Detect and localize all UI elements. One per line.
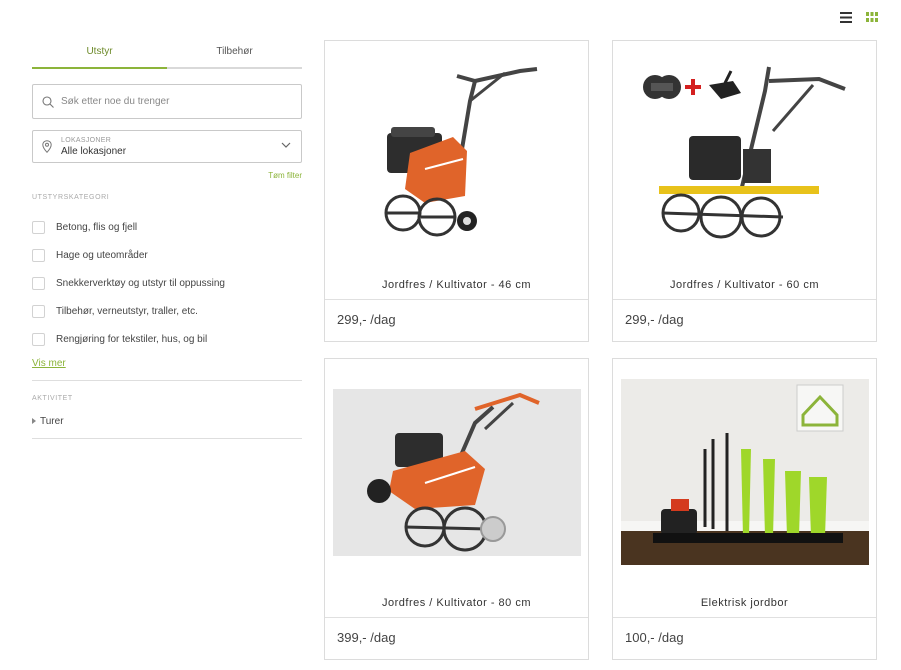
product-title: Jordfres / Kultivator - 60 cm (670, 279, 819, 291)
category-label: Snekkerverktøy og utstyr til oppussing (56, 277, 225, 289)
product-card[interactable]: Jordfres / Kultivator - 60 cm 299,- /dag (612, 40, 877, 342)
search-icon (42, 95, 54, 108)
location-text: LOKASJONER Alle lokasjoner (61, 136, 126, 158)
grid-icon (866, 12, 878, 22)
category-checkbox[interactable] (32, 332, 45, 346)
category-label: Tilbehør, verneutstyr, traller, etc. (56, 305, 198, 317)
category-checkbox[interactable] (32, 304, 45, 318)
product-price: 100,- /dag (613, 617, 876, 659)
tiller-image (643, 66, 846, 239)
divider (32, 438, 302, 439)
product-card[interactable]: Jordfres / Kultivator - 80 cm 399,- /dag (324, 358, 589, 660)
location-value: Alle lokasjoner (61, 145, 127, 157)
grid-view-button[interactable] (865, 10, 879, 24)
clear-filter-link[interactable]: Tøm filter (32, 171, 302, 180)
list-icon (840, 11, 852, 23)
search-box[interactable] (32, 84, 302, 119)
location-select[interactable]: LOKASJONER Alle lokasjoner (32, 130, 302, 163)
category-item[interactable]: Rengjøring for tekstiler, hus, og bil (32, 325, 302, 353)
category-label: Hage og uteområder (56, 249, 148, 261)
tab-tilbehor[interactable]: Tilbehør (167, 40, 302, 67)
product-title: Elektrisk jordbor (700, 597, 789, 609)
location-pin-icon (42, 140, 52, 153)
location-label: LOKASJONER (61, 136, 112, 144)
product-title: Jordfres / Kultivator - 80 cm (382, 597, 531, 609)
category-section-title: UTSTYRSKATEGORI (32, 194, 110, 201)
category-list: Betong, flis og fjell Hage og uteområder… (32, 213, 302, 353)
product-image (613, 41, 876, 259)
show-more-link[interactable]: Vis mer (32, 358, 66, 369)
product-price: 399,- /dag (325, 617, 588, 659)
category-checkbox[interactable] (32, 220, 45, 234)
product-price: 299,- /dag (613, 299, 876, 341)
category-label: Betong, flis og fjell (56, 221, 138, 233)
category-item[interactable]: Hage og uteområder (32, 241, 302, 269)
sidebar-tabs: Utstyr Tilbehør (32, 40, 302, 69)
tiller-image (384, 67, 538, 237)
chevron-down-icon (281, 142, 291, 148)
list-view-button[interactable] (839, 10, 853, 24)
search-input[interactable] (61, 96, 281, 107)
product-price: 299,- /dag (325, 299, 588, 341)
category-item[interactable]: Betong, flis og fjell (32, 213, 302, 241)
product-image (613, 359, 876, 577)
activity-item-turer[interactable]: Turer (32, 410, 302, 432)
view-toggles (839, 10, 879, 24)
product-card[interactable]: Elektrisk jordbor 100,- /dag (612, 358, 877, 660)
category-checkbox[interactable] (32, 248, 45, 262)
product-card[interactable]: Jordfres / Kultivator - 46 cm 299,- /dag (324, 40, 589, 342)
category-checkbox[interactable] (32, 276, 45, 290)
tiller-image (333, 389, 581, 556)
activity-label: Turer (40, 415, 64, 427)
category-label: Rengjøring for tekstiler, hus, og bil (56, 333, 208, 345)
filter-sidebar: Utstyr Tilbehør LOKASJONER Alle lokasjon… (32, 40, 302, 439)
divider (32, 380, 302, 381)
caret-right-icon (32, 418, 36, 424)
product-image (325, 359, 588, 577)
earth-auger-image (621, 379, 869, 565)
category-item[interactable]: Tilbehør, verneutstyr, traller, etc. (32, 297, 302, 325)
category-item[interactable]: Snekkerverktøy og utstyr til oppussing (32, 269, 302, 297)
product-title: Jordfres / Kultivator - 46 cm (382, 279, 531, 291)
activity-section-title: AKTIVITET (32, 395, 73, 402)
tab-utstyr[interactable]: Utstyr (32, 40, 167, 69)
product-image (325, 41, 588, 259)
